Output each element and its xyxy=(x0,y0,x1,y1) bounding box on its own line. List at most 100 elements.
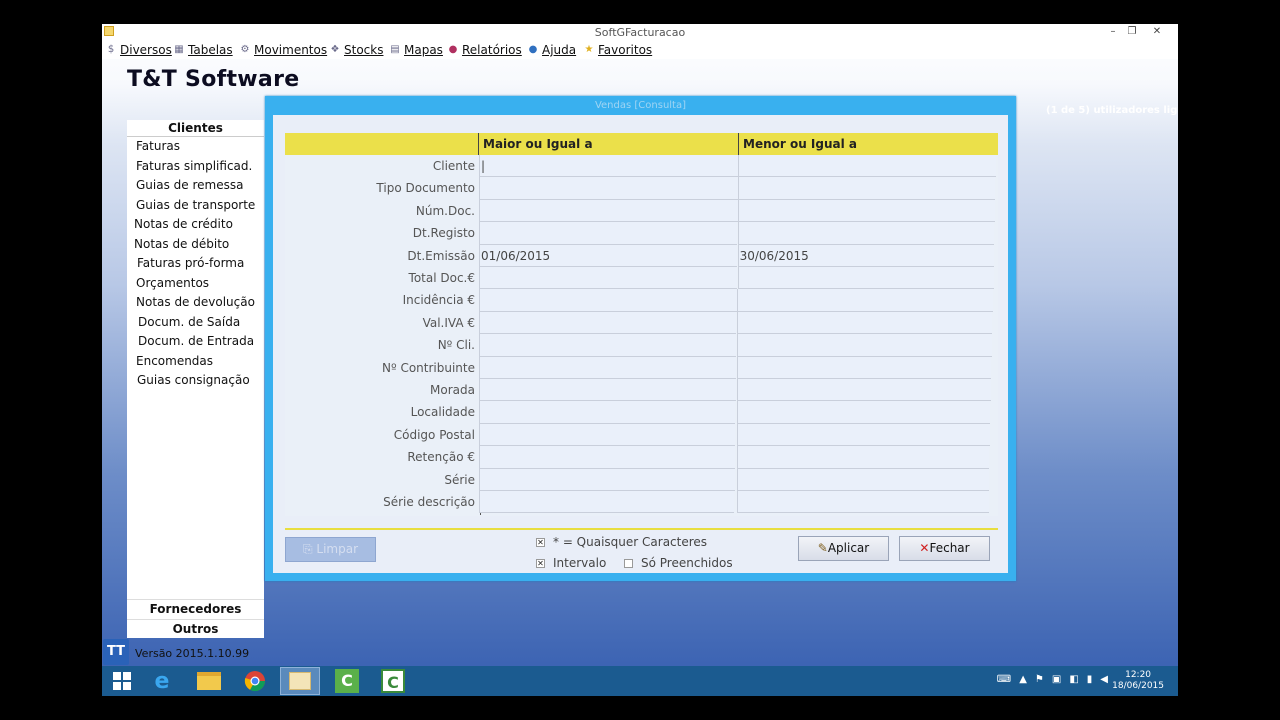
taskbar-ie[interactable]: e xyxy=(142,667,182,695)
sidebar-item-docum-entrada[interactable]: Docum. de Entrada xyxy=(127,332,264,352)
from-value-field[interactable] xyxy=(479,401,736,424)
menu-relatorios[interactable]: ● Relatórios xyxy=(448,42,522,58)
fechar-button[interactable]: ✕Fechar xyxy=(899,536,990,561)
to-value-field[interactable] xyxy=(737,311,993,335)
from-value-field[interactable] xyxy=(479,379,736,402)
to-value-field[interactable]: 30/06/2015 xyxy=(737,244,994,267)
sidebar-item-guias-transporte[interactable]: Guias de transporte xyxy=(127,196,264,216)
version-bar: TT Versão 2015.1.10.99 xyxy=(102,639,262,666)
help-icon: ● xyxy=(528,44,538,55)
sidebar-item-notas-debito[interactable]: Notas de débito xyxy=(127,235,264,255)
so-preenchidos-option[interactable]: Só Preenchidos xyxy=(624,556,733,570)
menu-movimentos[interactable]: ⚙ Movimentos xyxy=(240,42,328,58)
from-value-field[interactable] xyxy=(479,446,735,469)
row-label: Incidência € xyxy=(402,293,475,308)
to-value-field[interactable] xyxy=(736,401,991,424)
sidebar-item-docum-saida[interactable]: Docum. de Saída xyxy=(127,313,264,333)
sidebar-item-faturas[interactable]: Faturas xyxy=(127,137,264,157)
from-value-field[interactable] xyxy=(479,334,736,357)
from-value-field[interactable] xyxy=(479,177,738,200)
from-value-field[interactable] xyxy=(479,311,737,335)
monitor-icon[interactable]: ▣ xyxy=(1052,674,1061,685)
row-label: Código Postal xyxy=(393,427,475,442)
start-button[interactable] xyxy=(102,667,142,695)
wildcard-checkbox[interactable]: ✕ xyxy=(536,537,545,547)
from-value-field[interactable] xyxy=(479,199,738,223)
to-value-field[interactable] xyxy=(736,423,990,447)
clock[interactable]: 12:20 18/06/2015 xyxy=(1112,670,1164,692)
close-window-button[interactable]: ✕ xyxy=(1143,24,1171,41)
clock-time: 12:20 xyxy=(1125,670,1152,680)
speaker-icon[interactable]: ◀ xyxy=(1100,674,1108,685)
restore-button[interactable]: ❐ xyxy=(1121,24,1143,41)
wildcard-option[interactable]: ✕ * = Quaisquer Caracteres xyxy=(536,535,707,549)
menu-diversos[interactable]: $ Diversos xyxy=(106,42,172,58)
row-label: Localidade xyxy=(410,405,475,420)
sidebar-item-encomendas[interactable]: Encomendas xyxy=(127,352,264,372)
row-label: Cliente xyxy=(432,159,475,173)
taskbar-chrome[interactable] xyxy=(235,667,275,695)
from-value-field[interactable]: 01/06/2015 xyxy=(479,244,737,267)
to-value-field[interactable] xyxy=(736,468,989,491)
filter-grid: Maior ou Igual a Menor ou Igual a Client… xyxy=(285,133,998,516)
so-preenchidos-checkbox[interactable] xyxy=(624,558,633,568)
menu-favoritos[interactable]: ★ Favoritos xyxy=(584,42,653,58)
sidebar-footer-outros[interactable]: Outros xyxy=(127,619,264,638)
sidebar-item-orcamentos[interactable]: Orçamentos xyxy=(127,274,264,294)
brand-title: T&T Software xyxy=(127,67,300,92)
menu-bar: $ Diversos ▦ Tabelas ⚙ Movimentos ❖ Stocks ▤… xyxy=(102,41,1178,59)
to-value-field[interactable] xyxy=(737,222,995,245)
to-value-field[interactable] xyxy=(737,379,991,402)
from-value-field[interactable] xyxy=(479,423,735,447)
taskbar-app-c2[interactable]: C xyxy=(373,667,413,695)
version-text: Versão 2015.1.10.99 xyxy=(135,647,250,660)
internet-explorer-icon: e xyxy=(154,668,170,694)
cubes-icon: ❖ xyxy=(330,44,340,55)
signal-icon[interactable]: ▮ xyxy=(1087,674,1093,685)
aplicar-button[interactable]: ✎Aplicar xyxy=(798,536,889,561)
sidebar-item-notas-devolucao[interactable]: Notas de devolução xyxy=(127,293,264,313)
from-value-field[interactable] xyxy=(479,289,737,312)
from-value-field[interactable] xyxy=(479,491,735,514)
from-value-field[interactable] xyxy=(479,222,738,245)
to-value-field[interactable] xyxy=(737,199,995,223)
chevron-up-icon[interactable]: ▲ xyxy=(1019,674,1027,685)
to-value-field[interactable] xyxy=(736,446,990,469)
menu-stocks[interactable]: ❖ Stocks xyxy=(330,42,384,58)
intervalo-checkbox[interactable]: ✕ xyxy=(536,558,545,568)
taskbar-softg[interactable] xyxy=(280,667,320,695)
flag-icon[interactable]: ⚑ xyxy=(1035,674,1044,685)
from-value-field[interactable] xyxy=(479,267,737,290)
from-value-field[interactable] xyxy=(479,468,735,491)
to-value-field[interactable] xyxy=(737,334,992,357)
to-value-field[interactable] xyxy=(738,155,996,178)
taskbar-app-c1[interactable]: C xyxy=(327,667,367,695)
sidebar-item-guias-remessa[interactable]: Guias de remessa xyxy=(127,176,264,196)
taskbar-explorer[interactable] xyxy=(189,667,229,695)
sidebar-header-clientes[interactable]: Clientes xyxy=(127,120,264,137)
to-value-field[interactable] xyxy=(736,491,989,514)
close-icon: ✕ xyxy=(919,541,930,555)
pencil-icon: ✎ xyxy=(817,541,828,555)
to-value-field[interactable] xyxy=(737,289,993,312)
clear-icon: ⎘ xyxy=(302,542,317,556)
network-icon[interactable]: ◧ xyxy=(1069,674,1078,685)
from-value-field[interactable]: | xyxy=(479,155,738,178)
menu-mapas[interactable]: ▤ Mapas xyxy=(390,42,443,58)
to-value-field[interactable] xyxy=(737,177,996,200)
sidebar-item-guias-consignacao[interactable]: Guias consignação xyxy=(127,371,264,391)
gear-icon: ⚙ xyxy=(240,44,250,55)
menu-tabelas[interactable]: ▦ Tabelas xyxy=(174,42,232,58)
to-value-field[interactable] xyxy=(737,267,994,290)
menu-ajuda[interactable]: ● Ajuda xyxy=(528,42,577,58)
sidebar-item-faturas-simplificadas[interactable]: Faturas simplificad. xyxy=(127,157,264,177)
intervalo-option[interactable]: ✕ Intervalo xyxy=(536,556,606,570)
keyboard-icon[interactable]: ⌨ xyxy=(997,674,1011,685)
to-value-field[interactable] xyxy=(737,356,992,379)
sidebar-item-faturas-pro-forma[interactable]: Faturas pró-forma xyxy=(127,254,264,274)
from-value-field[interactable] xyxy=(479,356,736,379)
limpar-button[interactable]: ⎘ Limpar xyxy=(285,537,376,562)
row-label: Dt.Registo xyxy=(412,226,475,241)
sidebar-item-notas-credito[interactable]: Notas de crédito xyxy=(127,215,264,235)
sidebar-footer-fornecedores[interactable]: Fornecedores xyxy=(127,599,264,618)
